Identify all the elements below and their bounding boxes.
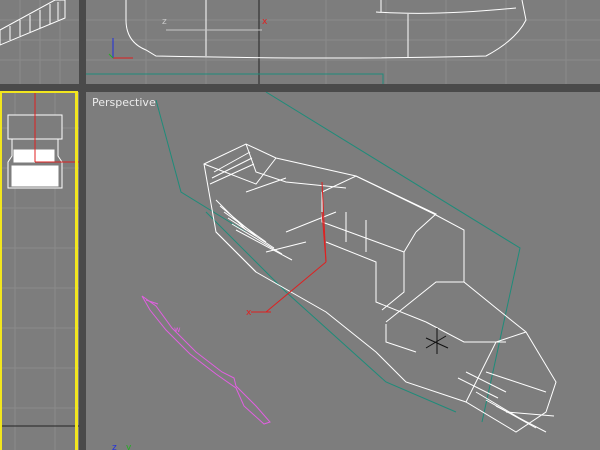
camera-top xyxy=(86,73,384,84)
viewport-top-left[interactable] xyxy=(0,0,79,84)
axis-label-y: y xyxy=(126,443,132,450)
viewport-perspective[interactable]: x w z y Perspective xyxy=(86,92,600,450)
viewport-top[interactable]: x z xyxy=(86,0,600,84)
axis-label-z: z xyxy=(112,443,117,450)
top-grid: x z xyxy=(86,0,600,84)
ship-wireframe-perspective xyxy=(203,143,557,433)
ship-wireframe-topleft xyxy=(0,0,66,46)
svg-text:x: x xyxy=(262,17,268,27)
svg-text:x: x xyxy=(246,308,252,318)
perspective-scene: x w z y xyxy=(112,92,557,450)
camera-frustum xyxy=(155,92,521,423)
pivot-gizmo-perspective xyxy=(251,181,327,313)
svg-text:z: z xyxy=(162,17,167,27)
axis-gizmo-top xyxy=(108,38,133,59)
viewport-left[interactable] xyxy=(0,92,79,450)
ship-wireframe-left xyxy=(7,92,79,189)
top-left-grid xyxy=(0,0,79,84)
svg-text:w: w xyxy=(174,325,181,334)
viewport-label-perspective[interactable]: Perspective xyxy=(92,96,156,109)
left-grid xyxy=(0,92,79,450)
axis-gizmo-perspective: z y xyxy=(112,443,132,450)
